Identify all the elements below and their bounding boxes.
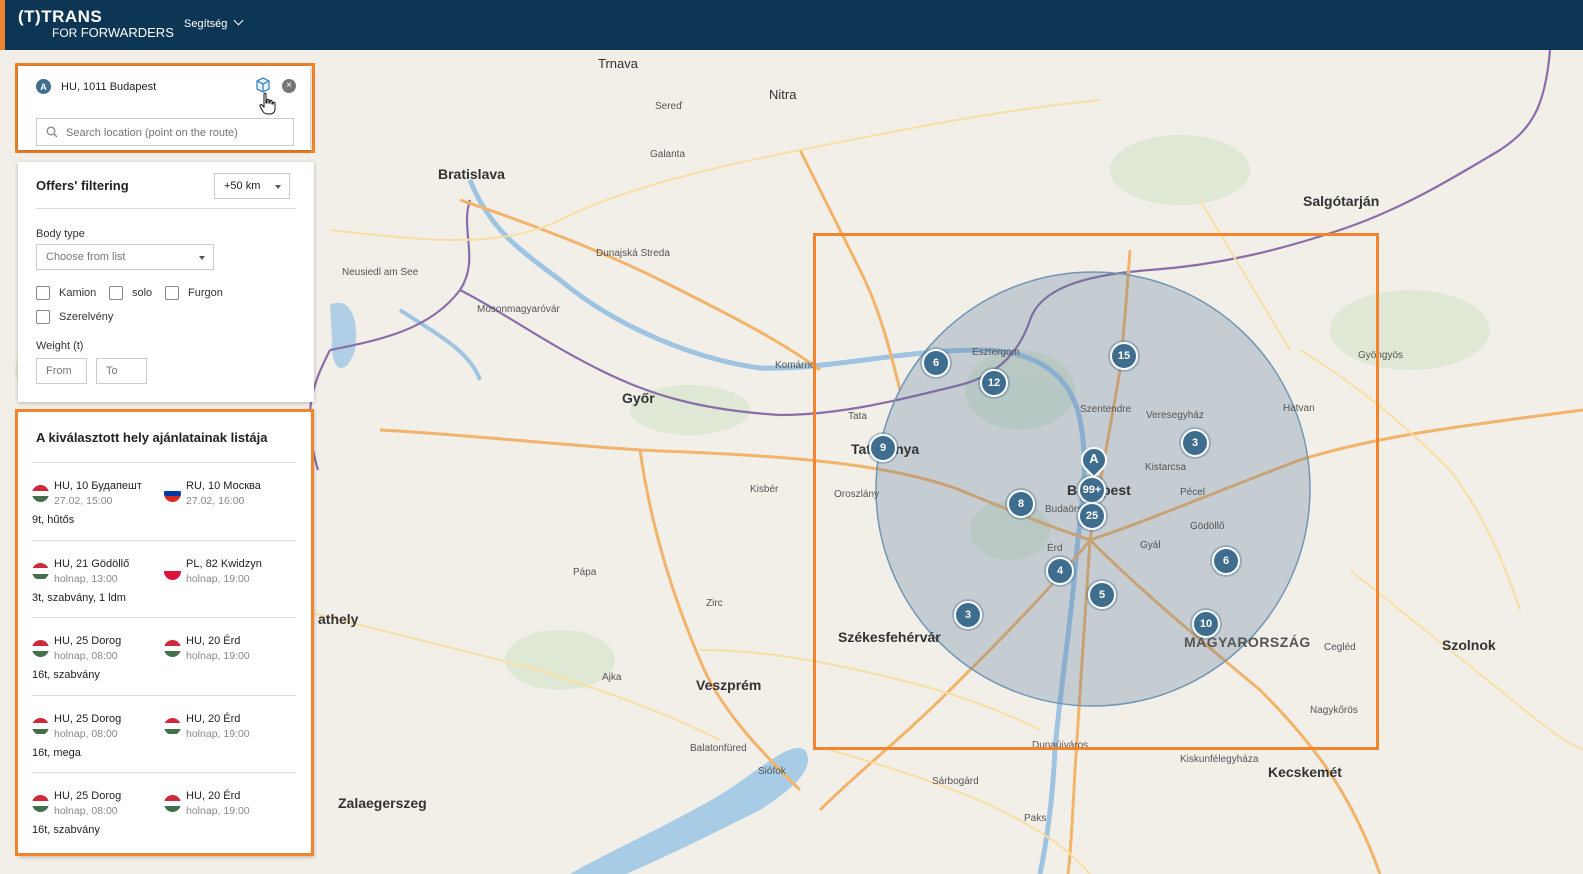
place-label: Pápa bbox=[573, 567, 597, 578]
caret-down-icon bbox=[199, 256, 205, 260]
checkbox-furgon[interactable]: Furgon bbox=[165, 286, 223, 300]
radius-select[interactable]: +50 km bbox=[214, 173, 290, 199]
checkbox-box[interactable] bbox=[165, 286, 179, 300]
checkbox-szerelveny[interactable]: Szerelvény bbox=[36, 310, 113, 324]
place-label: Bratislava bbox=[438, 166, 505, 182]
caret-down-icon bbox=[275, 185, 281, 189]
place-label: Sereď bbox=[655, 101, 683, 112]
highlight-map-region bbox=[813, 233, 1379, 750]
place-label: Paks bbox=[1024, 813, 1047, 824]
checkbox-label: Szerelvény bbox=[59, 311, 114, 323]
place-label: Győr bbox=[622, 390, 655, 406]
place-label: Zalaegerszeg bbox=[338, 795, 427, 811]
header-accent-stripe bbox=[0, 0, 5, 50]
checkbox-solo[interactable]: solo bbox=[109, 286, 152, 300]
logo-forwarders: FORWARDERS bbox=[80, 25, 174, 40]
top-navigation-bar: (T)TRANS FOR FORWARDERS Segítség bbox=[0, 0, 1583, 50]
checkbox-label: Kamion bbox=[59, 287, 97, 299]
place-label: Zirc bbox=[706, 598, 723, 609]
body-type-select[interactable]: Choose from list bbox=[36, 244, 214, 270]
place-label: Ajka bbox=[602, 672, 622, 683]
logo-subtitle: FOR FORWARDERS bbox=[18, 25, 174, 41]
place-label: Neusiedl am See bbox=[342, 267, 419, 278]
logo-title: (T)TRANS bbox=[18, 7, 103, 26]
place-label: Szolnok bbox=[1442, 637, 1496, 653]
chevron-down-icon bbox=[233, 15, 244, 26]
body-type-placeholder: Choose from list bbox=[46, 251, 126, 263]
place-label: Balatonfüred bbox=[690, 743, 747, 754]
place-label: Siófok bbox=[758, 766, 786, 777]
logo-for: FOR bbox=[52, 26, 78, 40]
hand-cursor-icon bbox=[259, 92, 276, 115]
checkbox-label: Furgon bbox=[188, 287, 223, 299]
checkbox-box[interactable] bbox=[36, 310, 50, 324]
radius-value: +50 km bbox=[224, 180, 261, 192]
divider bbox=[36, 208, 296, 209]
place-label: Salgótarján bbox=[1303, 193, 1380, 209]
place-label: Sárbogárd bbox=[932, 776, 979, 787]
checkbox-box[interactable] bbox=[109, 286, 123, 300]
search-input[interactable] bbox=[64, 123, 288, 143]
place-label: Dunajská Streda bbox=[596, 248, 670, 259]
search-icon bbox=[46, 126, 58, 138]
checkbox-label: solo bbox=[132, 287, 153, 299]
offers-filter-panel: Offers' filtering +50 km Body type Choos… bbox=[18, 162, 314, 402]
checkbox-box[interactable] bbox=[36, 286, 50, 300]
weight-from-input[interactable]: From bbox=[36, 358, 87, 384]
filter-title: Offers' filtering bbox=[36, 178, 129, 193]
place-label: athely bbox=[318, 611, 359, 627]
weight-to-input[interactable]: To bbox=[96, 358, 147, 384]
place-label: Veszprém bbox=[696, 677, 762, 693]
highlight-offers-list bbox=[15, 409, 314, 856]
body-type-label: Body type bbox=[36, 228, 85, 240]
help-menu-label: Segítség bbox=[184, 18, 228, 30]
location-badge: A bbox=[36, 79, 51, 94]
place-label: Kecskemét bbox=[1268, 764, 1342, 780]
place-label: Kisbér bbox=[750, 484, 779, 495]
location-search[interactable] bbox=[36, 118, 294, 146]
weight-label: Weight (t) bbox=[36, 340, 84, 352]
place-label: Nitra bbox=[769, 87, 797, 102]
place-label: Trnava bbox=[598, 56, 638, 71]
checkbox-kamion[interactable]: Kamion bbox=[36, 286, 96, 300]
help-menu[interactable]: Segítség bbox=[184, 15, 244, 30]
close-icon[interactable]: × bbox=[282, 79, 296, 93]
selected-location-text: HU, 1011 Budapest bbox=[61, 81, 157, 93]
place-label: Galanta bbox=[650, 149, 686, 160]
selected-location-row: A HU, 1011 Budapest × bbox=[36, 77, 296, 97]
place-label: Komárno bbox=[775, 360, 816, 371]
trans-logo[interactable]: (T)TRANS FOR FORWARDERS bbox=[18, 7, 174, 41]
place-label: Mosonmagyaróvár bbox=[477, 304, 560, 315]
place-label: Kiskunfélegyháza bbox=[1180, 754, 1259, 765]
